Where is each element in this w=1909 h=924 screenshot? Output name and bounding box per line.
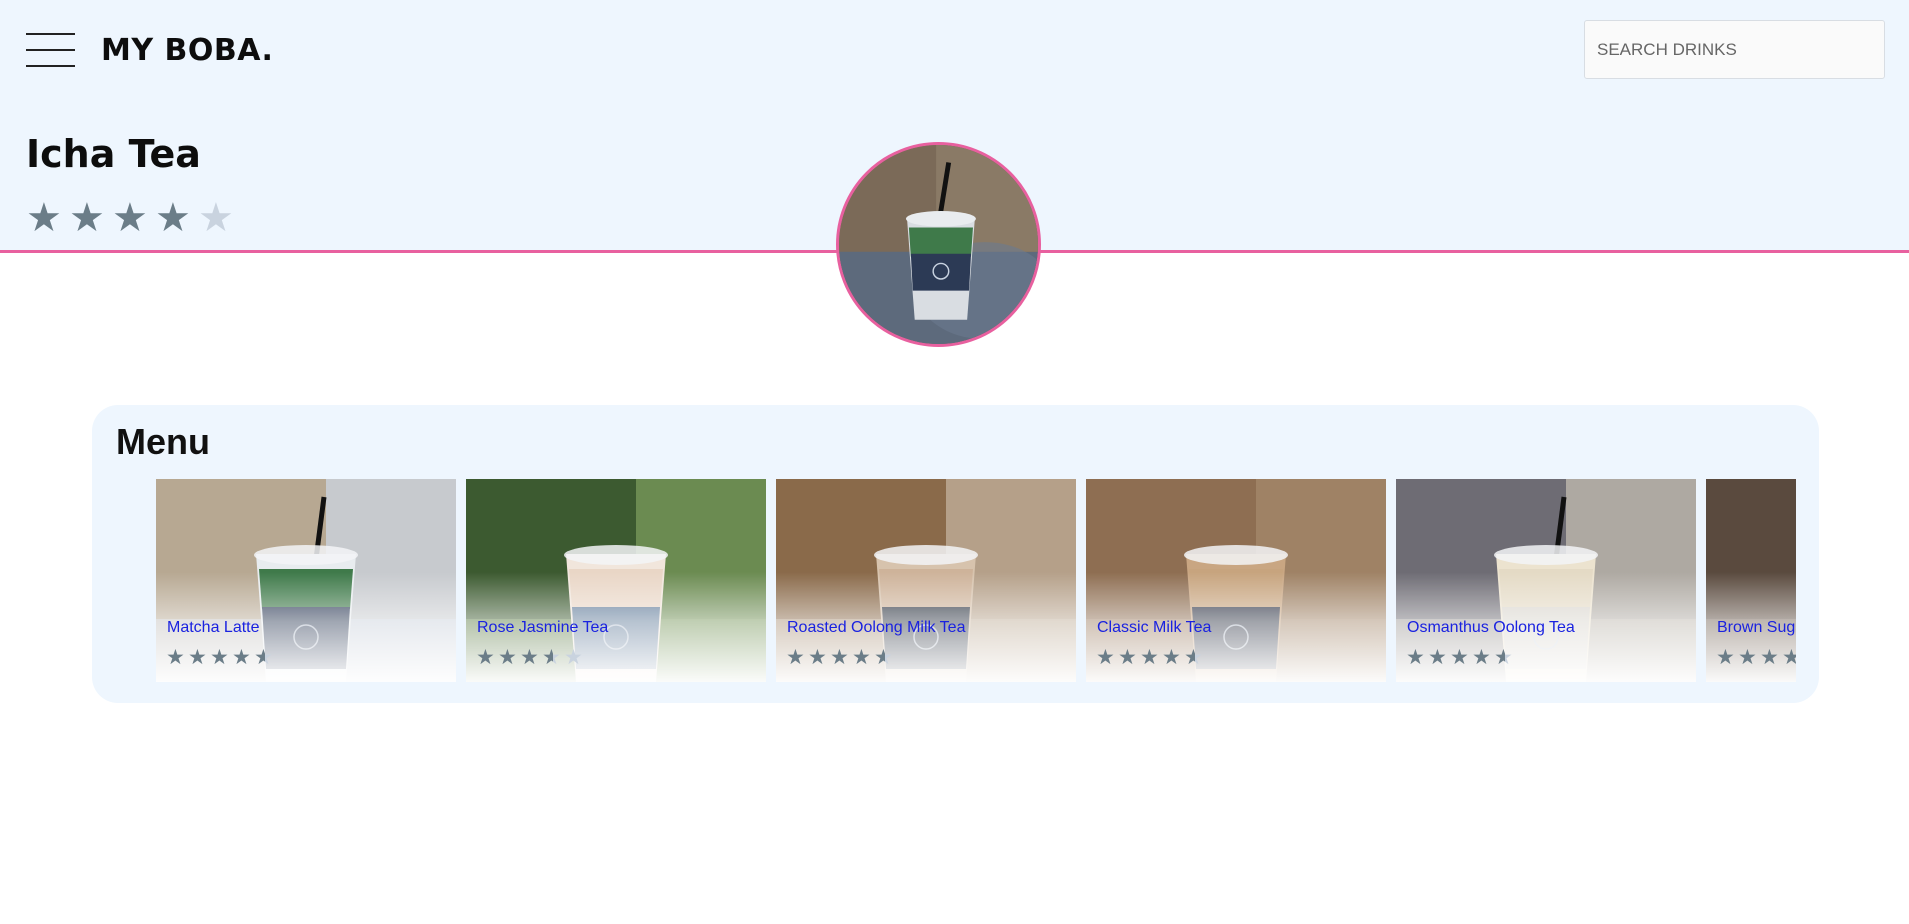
search-input[interactable] [1584,20,1885,79]
menu-title: Menu [116,421,210,462]
menu-item-name[interactable]: Rose Jasmine Tea [477,619,608,637]
star-icon: ★ [786,645,805,669]
star-icon: ★ [542,647,564,668]
menu-track: Matcha Latte ★ ★ ★ ★ ★ Rose Jasmine Tea ★ ★ ★ ★ ★ Ro… [156,479,1796,682]
menu-carousel[interactable]: Matcha Latte ★ ★ ★ ★ ★ Rose Jasmine Tea ★ ★ ★ ★ ★ Ro… [156,479,1796,682]
star-icon: ★ [498,645,517,669]
menu-item-card[interactable]: Classic Milk Tea ★ ★ ★ ★ ★ [1086,479,1386,682]
menu-item-name[interactable]: Matcha Latte [167,619,260,637]
menu-item-rating: ★★★★★ [1096,647,1206,668]
star-icon: ★ [1162,645,1181,669]
star-icon: ★ [1428,645,1447,669]
menu-item-rating: ★★★★★ [1406,647,1516,668]
star-icon: ★ [112,195,148,241]
star-icon: ★ [69,195,105,241]
star-icon: ★ [1450,645,1469,669]
menu-item-rating: ★★★★★ [166,647,276,668]
star-icon: ★ [1406,645,1425,669]
star-icon: ★ [26,195,62,241]
star-icon: ★ [254,647,276,668]
star-icon: ★ [1494,647,1516,668]
shop-avatar [836,142,1041,347]
star-icon: ★ [1716,645,1735,669]
menu-item-rating: ★★★★★ [786,647,896,668]
shop-name: Icha Tea [26,132,201,176]
menu-item-rating: ★★★★★ [1716,647,1796,668]
star-icon: ★ [476,645,495,669]
star-icon: ★ [198,195,234,241]
menu-item-card[interactable]: Osmanthus Oolong Tea ★ ★ ★ ★ ★ [1396,479,1696,682]
star-icon: ★ [1118,645,1137,669]
menu-item-name[interactable]: Roasted Oolong Milk Tea [787,619,965,637]
star-icon: ★ [1184,647,1206,668]
shop-rating: ★ ★ ★ ★ ★ [26,198,239,238]
star-icon: ★ [166,645,185,669]
star-icon: ★ [520,645,539,669]
menu-item-card[interactable]: Matcha Latte ★ ★ ★ ★ ★ [156,479,456,682]
menu-item-name[interactable]: Brown Sugar Milk Tea [1717,619,1796,637]
star-icon: ★ [808,645,827,669]
star-icon: ★ [1140,645,1159,669]
brand-logo[interactable]: MY BOBA. [101,33,273,68]
menu-item-card[interactable]: Brown Sugar Milk Tea ★★★★★ [1706,479,1796,682]
star-icon: ★ [1472,645,1491,669]
menu-item-card[interactable]: Roasted Oolong Milk Tea ★ ★ ★ ★ ★ [776,479,1076,682]
hamburger-menu-icon[interactable] [26,33,75,67]
star-icon: ★ [232,645,251,669]
shop-photo [839,145,1038,344]
star-icon: ★ [1096,645,1115,669]
star-icon: ★ [874,647,896,668]
star-icon: ★ [1782,645,1796,669]
star-icon: ★ [155,195,191,241]
menu-item-card[interactable]: Rose Jasmine Tea ★ ★ ★ ★ ★ [466,479,766,682]
star-icon: ★ [210,645,229,669]
star-icon: ★ [1738,645,1757,669]
star-icon: ★ [830,645,849,669]
star-icon: ★ [1760,645,1779,669]
menu-item-name[interactable]: Osmanthus Oolong Tea [1407,619,1575,637]
menu-panel: Menu Matcha Latte ★ ★ ★ ★ ★ Rose Jasmine Tea ★ ★… [92,405,1819,703]
menu-item-rating: ★★★★★ [476,647,586,668]
star-icon: ★ [852,645,871,669]
star-icon: ★ [564,645,583,669]
menu-item-name[interactable]: Classic Milk Tea [1097,619,1211,637]
star-icon: ★ [188,645,207,669]
